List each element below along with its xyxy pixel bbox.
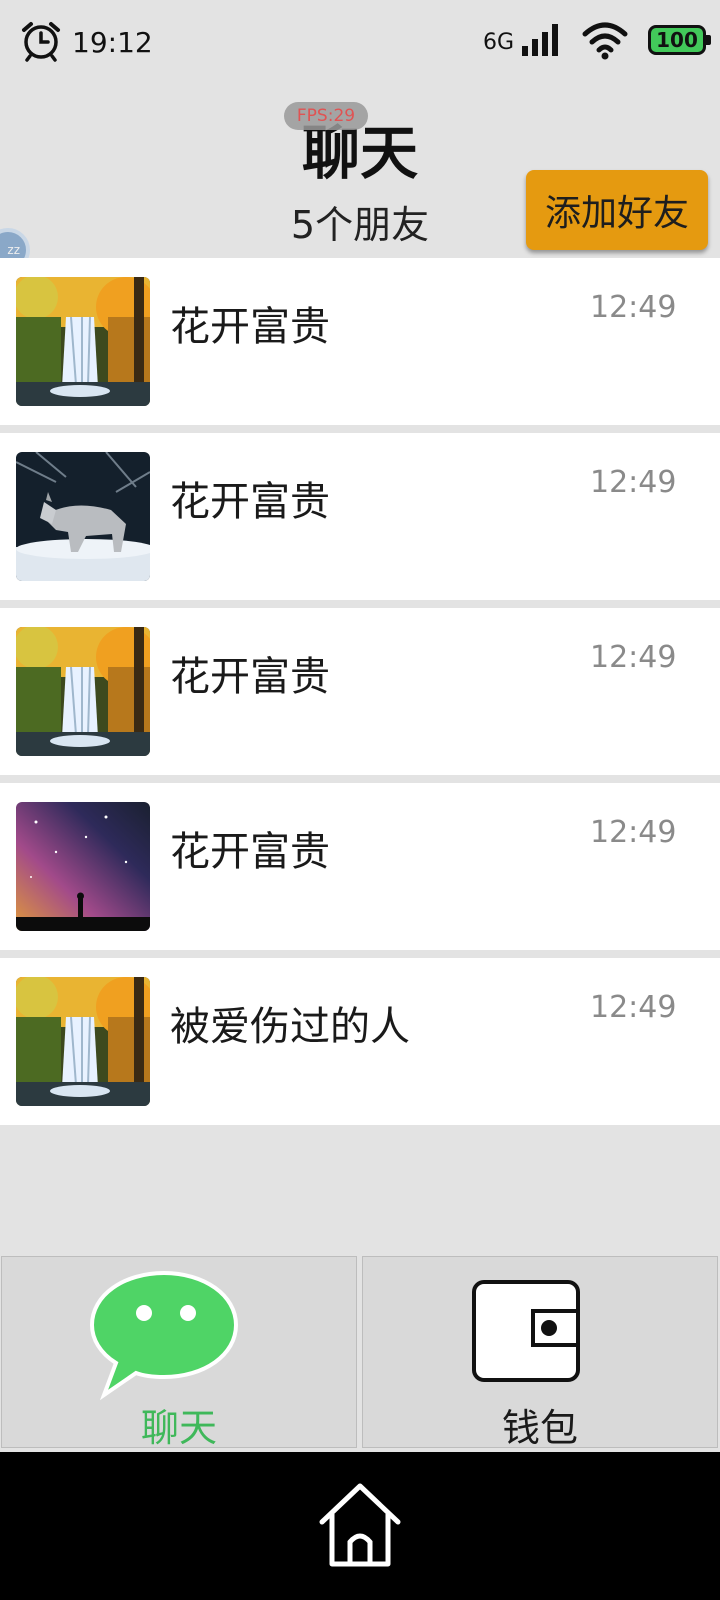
battery-icon: 100 [648,25,706,55]
waterfall-avatar[interactable] [16,977,150,1106]
wifi-icon [582,22,628,60]
status-time: 19:12 [72,26,153,59]
alarm-icon [22,22,60,62]
waterfall-avatar[interactable] [16,277,150,406]
fps-badge: FPS:29 [284,102,368,130]
chat-list-item[interactable]: 被爱伤过的人 12:49 [0,958,720,1125]
bottom-tab-bar: 聊天 钱包 [0,1256,720,1450]
chat-name: 花开富贵 [170,654,330,700]
tab-chat[interactable]: 聊天 [1,1256,357,1450]
chat-name: 花开富贵 [170,304,330,350]
galaxy-avatar[interactable] [16,802,150,931]
chat-time: 12:49 [590,290,677,325]
tab-chat-label: 聊天 [140,1406,217,1450]
wallet-icon [472,1280,580,1382]
chat-list-item[interactable]: 花开富贵 12:49 [0,608,720,775]
chat-name: 被爱伤过的人 [170,1004,410,1050]
status-bar: 19:12 6G 100 [0,0,720,86]
battery-tip [706,35,711,45]
tab-wallet-label: 钱包 [501,1406,578,1450]
home-icon[interactable] [318,1480,402,1568]
chat-bubble-icon [89,1270,239,1401]
chat-time: 12:49 [590,465,677,500]
system-nav-bar [0,1452,720,1600]
chat-time: 12:49 [590,990,677,1025]
chat-list-item[interactable]: 花开富贵 12:49 [0,433,720,600]
network-type: 6G [483,30,515,55]
wolf-avatar[interactable] [16,452,150,581]
tab-wallet[interactable]: 钱包 [362,1256,718,1450]
chat-name: 花开富贵 [170,829,330,875]
chat-time: 12:49 [590,815,677,850]
waterfall-avatar[interactable] [16,627,150,756]
chat-list-item[interactable]: 花开富贵 12:49 [0,783,720,950]
signal-icon [522,24,558,56]
chat-list-item[interactable]: 花开富贵 12:49 [0,258,720,425]
add-friend-button[interactable]: 添加好友 [526,170,708,250]
chat-name: 花开富贵 [170,479,330,525]
chat-time: 12:49 [590,640,677,675]
chat-list: 花开富贵 12:49 花开富贵 12:49 花开富贵 12:49 花开富贵 12… [0,258,720,1133]
